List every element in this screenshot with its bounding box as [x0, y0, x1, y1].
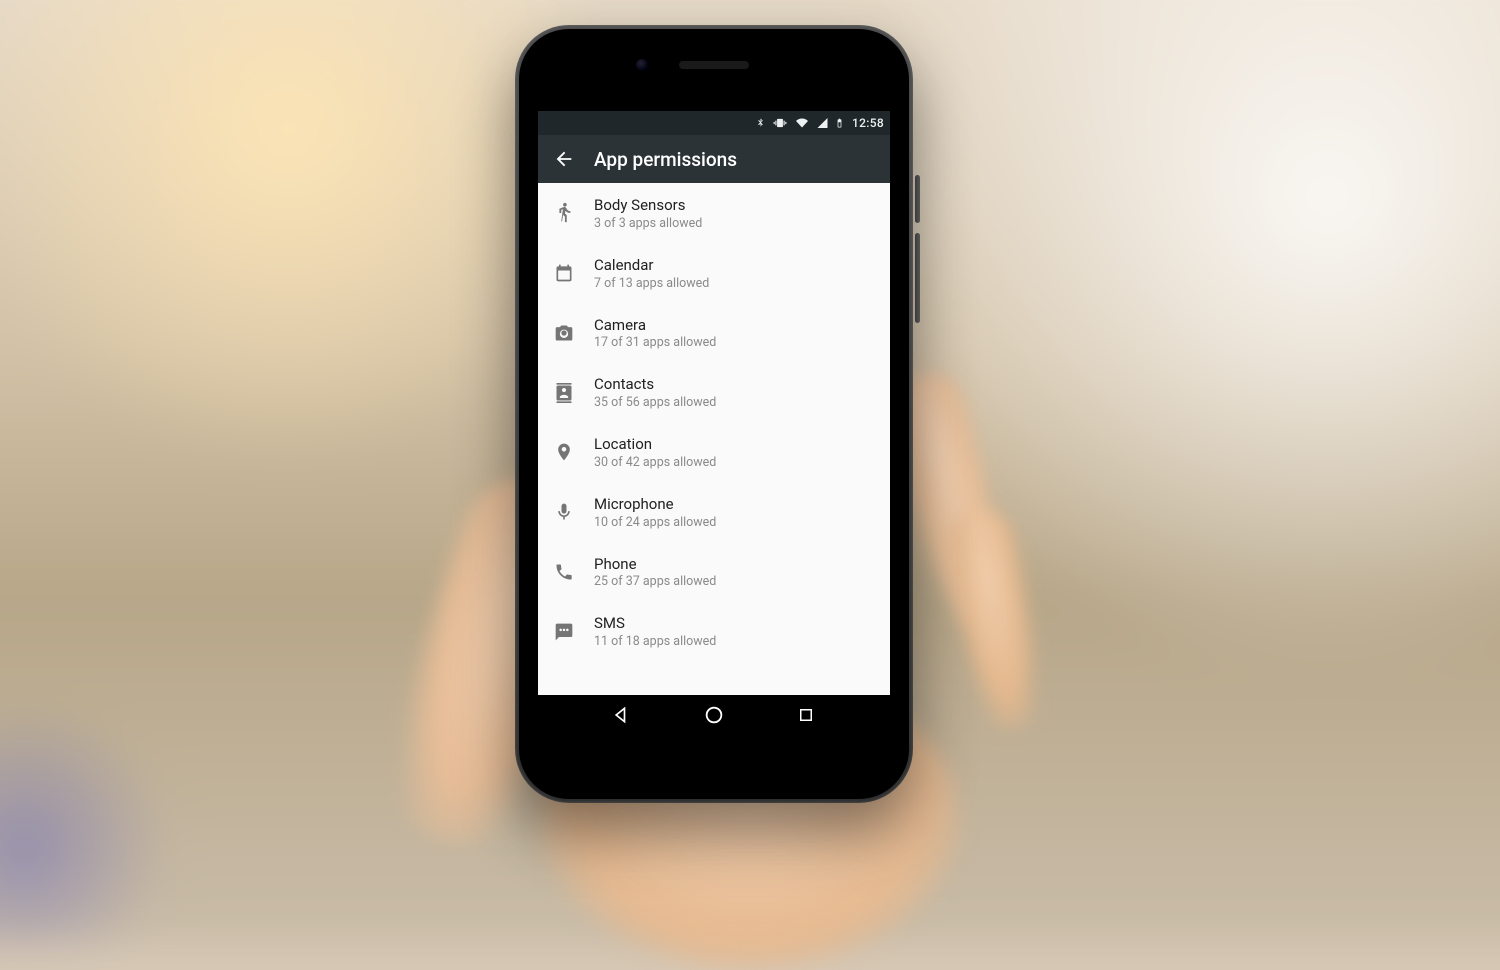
phone-side-button [915, 175, 920, 223]
sms-icon [552, 620, 576, 644]
permission-label: Phone [594, 555, 716, 574]
bluetooth-icon [755, 116, 766, 130]
permission-subtitle: 11 of 18 apps allowed [594, 634, 716, 649]
permission-item-microphone[interactable]: Microphone 10 of 24 apps allowed [538, 482, 890, 542]
page-title: App permissions [594, 148, 737, 171]
vibrate-icon [772, 116, 788, 130]
permission-subtitle: 35 of 56 apps allowed [594, 395, 716, 410]
nav-back-icon[interactable] [600, 695, 644, 735]
contacts-icon [552, 381, 576, 405]
permission-label: Calendar [594, 256, 709, 275]
phone-front-camera [636, 59, 648, 71]
phone-icon [552, 560, 576, 584]
permission-item-camera[interactable]: Camera 17 of 31 apps allowed [538, 303, 890, 363]
permission-label: Location [594, 435, 716, 454]
phone-side-button [915, 233, 920, 323]
system-nav-bar [538, 695, 890, 735]
permission-label: Body Sensors [594, 196, 702, 215]
permission-item-calendar[interactable]: Calendar 7 of 13 apps allowed [538, 243, 890, 303]
phone-screen: 12:58 App permissions Body Sensors 3 of [538, 111, 890, 735]
permission-item-sms[interactable]: SMS 11 of 18 apps allowed [538, 601, 890, 661]
permission-item-location[interactable]: Location 30 of 42 apps allowed [538, 422, 890, 482]
permission-subtitle: 25 of 37 apps allowed [594, 574, 716, 589]
back-arrow-icon[interactable] [552, 147, 576, 171]
cellular-icon [816, 117, 829, 129]
battery-icon [835, 116, 844, 130]
permission-item-contacts[interactable]: Contacts 35 of 56 apps allowed [538, 362, 890, 422]
permission-subtitle: 7 of 13 apps allowed [594, 276, 709, 291]
nav-home-icon[interactable] [692, 695, 736, 735]
phone-frame: 12:58 App permissions Body Sensors 3 of [515, 25, 913, 803]
permission-subtitle: 3 of 3 apps allowed [594, 216, 702, 231]
phone-earpiece [679, 61, 749, 69]
location-icon [552, 440, 576, 464]
status-time: 12:58 [852, 116, 884, 130]
status-bar: 12:58 [538, 111, 890, 135]
permissions-list: Body Sensors 3 of 3 apps allowed Calenda… [538, 183, 890, 695]
calendar-icon [552, 261, 576, 285]
app-bar: App permissions [538, 135, 890, 183]
wifi-icon [794, 117, 810, 129]
permission-subtitle: 17 of 31 apps allowed [594, 335, 716, 350]
permission-label: Microphone [594, 495, 716, 514]
body-sensors-icon [552, 201, 576, 225]
permission-item-body-sensors[interactable]: Body Sensors 3 of 3 apps allowed [538, 183, 890, 243]
permission-subtitle: 10 of 24 apps allowed [594, 515, 716, 530]
permission-label: Camera [594, 316, 716, 335]
permission-item-phone[interactable]: Phone 25 of 37 apps allowed [538, 542, 890, 602]
nav-recents-icon[interactable] [784, 695, 828, 735]
permission-label: Contacts [594, 375, 716, 394]
camera-icon [552, 321, 576, 345]
permission-subtitle: 30 of 42 apps allowed [594, 455, 716, 470]
permission-label: SMS [594, 614, 716, 633]
microphone-icon [552, 500, 576, 524]
